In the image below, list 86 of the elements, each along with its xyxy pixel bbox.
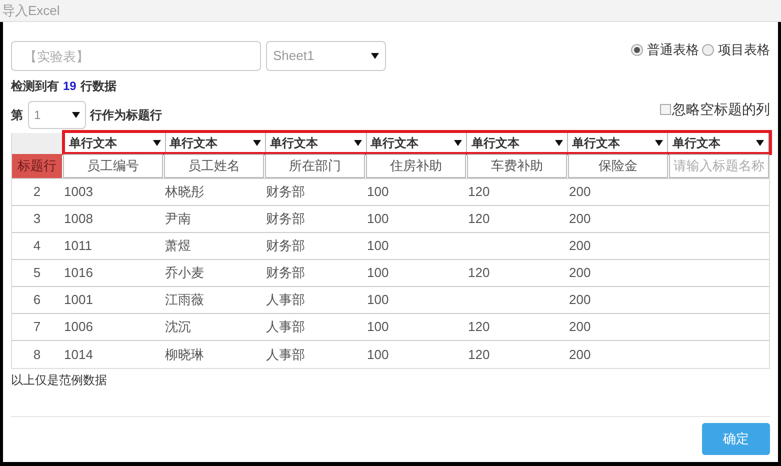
caret-icon <box>655 140 664 146</box>
caret-icon <box>554 140 563 146</box>
header-row-label: 行作为标题行 <box>90 107 162 124</box>
table-cell-text: 财务部 <box>265 183 306 202</box>
table-cell-text: 财务部 <box>265 237 306 256</box>
title-input[interactable]: 车费补助 <box>467 154 567 178</box>
header-row-label: 第 <box>11 107 23 124</box>
radio-label: 项目表格 <box>718 41 770 59</box>
table-cell-text: 120 <box>467 183 491 202</box>
title-row-label: 标题行 <box>12 154 62 178</box>
type-select[interactable]: 单行文本 <box>65 133 166 152</box>
sample-note: 以上仅是范例数据 <box>11 372 108 389</box>
table-cell-text: 江雨薇 <box>164 291 205 310</box>
title-input[interactable]: 所在部门 <box>265 154 365 178</box>
table-cell-text: 1016 <box>63 264 94 282</box>
header-row-select[interactable]: 1 <box>28 101 86 129</box>
row-number: 5 <box>32 264 42 282</box>
type-select[interactable]: 单行文本 <box>266 133 367 152</box>
table-cell-text: 萧煜 <box>164 237 192 256</box>
caret-icon <box>454 140 462 146</box>
table-cell-text: 100 <box>366 318 390 336</box>
checkbox-label: 忽略空标题的列 <box>672 100 770 119</box>
row-number: 3 <box>32 210 42 228</box>
radio-button[interactable] <box>631 44 643 56</box>
table-cell-text: 100 <box>366 237 390 256</box>
window-title: 导入Excel <box>2 2 60 20</box>
type-select[interactable]: 单行文本 <box>166 133 266 152</box>
table-cell-text: 100 <box>366 210 390 228</box>
title-input[interactable]: 员工姓名 <box>164 154 264 178</box>
type-select[interactable]: 单行文本 <box>467 133 568 152</box>
type-select[interactable]: 单行文本 <box>668 133 769 152</box>
row-number: 6 <box>32 291 42 310</box>
table-cell-text: 120 <box>467 318 491 336</box>
table-cell-text: 200 <box>568 291 592 310</box>
table-cell-text: 120 <box>467 346 491 364</box>
table-cell-text: 沈沉 <box>164 318 192 336</box>
caret-icon <box>371 53 379 59</box>
detected-label: 行数据 <box>80 78 116 95</box>
table-cell-text: 尹南 <box>164 210 192 228</box>
radio-button[interactable] <box>702 44 714 56</box>
title-input[interactable]: 保险金 <box>568 154 668 178</box>
radio-label: 普通表格 <box>647 41 699 59</box>
table-cell-text: 120 <box>467 210 491 228</box>
detected-label: 检测到有 <box>11 78 59 95</box>
row-count: 19 <box>63 78 76 95</box>
type-select[interactable]: 单行文本 <box>366 133 468 152</box>
caret-icon <box>756 140 764 146</box>
table-cell-text: 1003 <box>63 183 94 202</box>
table-cell-text: 1014 <box>63 346 94 364</box>
table-cell-text: 100 <box>366 183 390 202</box>
title-input[interactable]: 住房补助 <box>366 154 466 178</box>
table-cell-text: 200 <box>568 346 592 364</box>
table-cell-text: 人事部 <box>265 346 306 364</box>
row-number: 7 <box>32 318 42 336</box>
table-cell-text: 120 <box>467 264 491 282</box>
caret-icon <box>354 140 362 146</box>
table-cell-text: 200 <box>568 264 592 282</box>
table-cell-text: 200 <box>568 210 592 228</box>
type-select[interactable]: 单行文本 <box>568 133 668 152</box>
table-cell-text: 200 <box>568 318 592 336</box>
table-cell-text: 人事部 <box>265 291 306 310</box>
table-cell-text: 柳晓琳 <box>164 346 205 364</box>
table-cell-text: 人事部 <box>265 318 306 336</box>
table-cell-text: 100 <box>366 264 390 282</box>
row-number: 2 <box>32 183 42 202</box>
table-cell-text: 1006 <box>63 318 94 336</box>
row-number: 4 <box>32 237 42 256</box>
caret-icon <box>72 112 80 118</box>
table-cell-text: 200 <box>568 237 592 256</box>
table-cell-text: 财务部 <box>265 264 306 282</box>
checkbox[interactable] <box>660 104 671 115</box>
table-cell-text: 乔小麦 <box>164 264 205 282</box>
caret-icon <box>152 140 161 146</box>
title-input[interactable]: 请输入标题名称 <box>669 154 769 178</box>
caret-icon <box>253 140 262 146</box>
table-cell-text: 100 <box>366 346 390 364</box>
file-field[interactable]: 【实验表】 <box>11 41 261 71</box>
table-cell-text: 100 <box>366 291 390 310</box>
table-cell-text: 200 <box>568 183 592 202</box>
table-cell-text: 1011 <box>63 237 93 256</box>
row-number: 8 <box>32 346 42 364</box>
title-input[interactable]: 员工编号 <box>63 154 163 178</box>
table-cell-text: 1001 <box>63 291 94 310</box>
table-cell-text: 财务部 <box>265 210 306 228</box>
table-cell-text: 林晓彤 <box>164 183 205 202</box>
table-cell-text: 1008 <box>63 210 94 228</box>
